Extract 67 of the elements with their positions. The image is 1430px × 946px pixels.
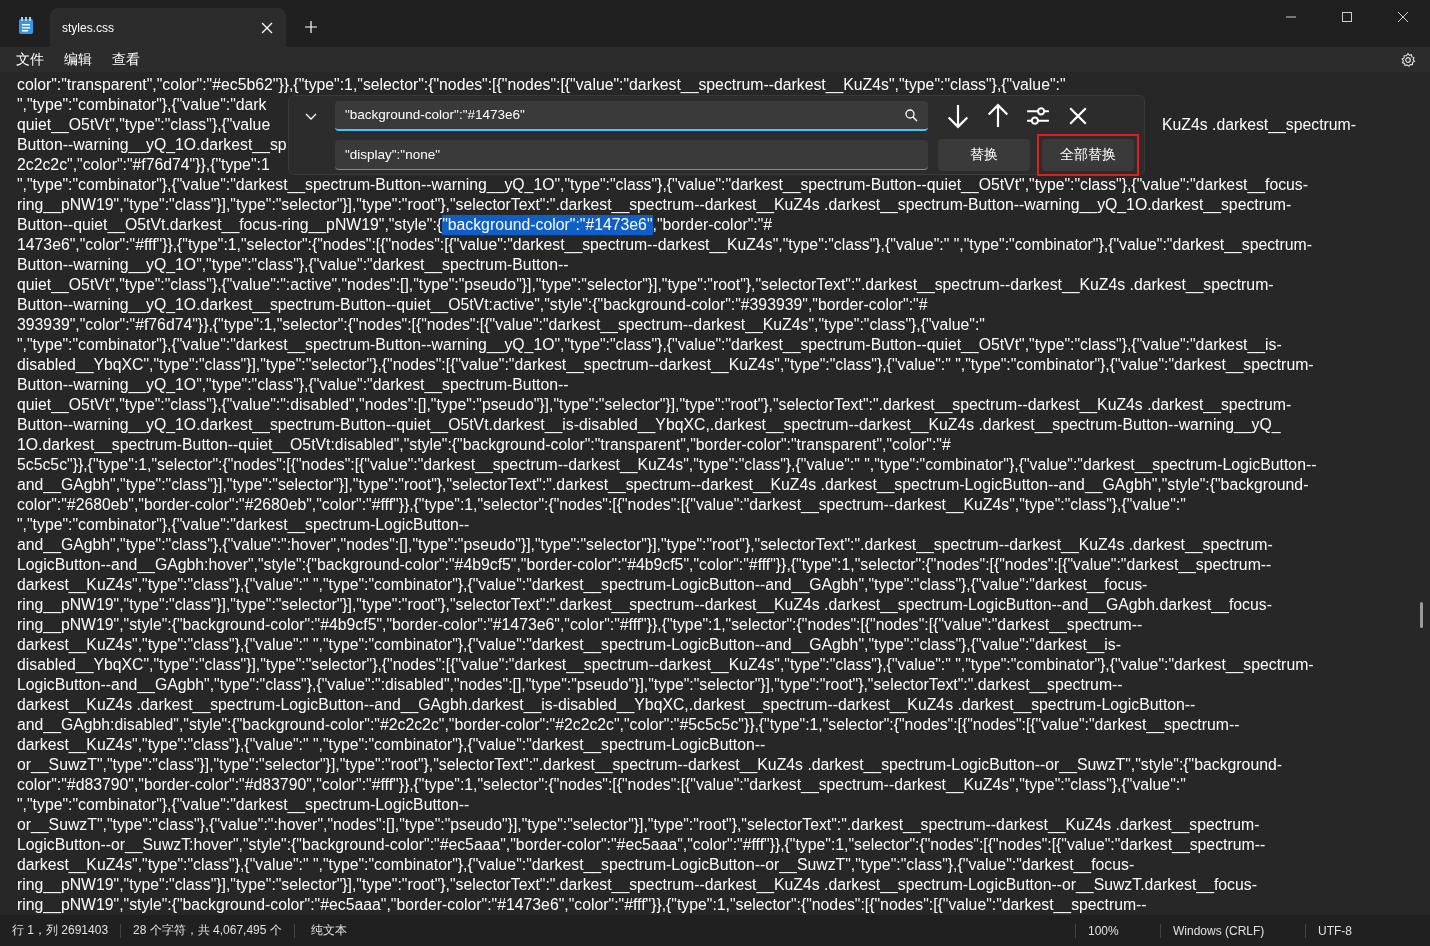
code-line: ring__pNW19","type":"class"}],"type":"selector"}],"type":"root"},"selectorText":".darkest__spectrum--darkest__KuZ4s .darkest__spectrum-LogicButton--or__SuwzT.darkest__focus- bbox=[17, 875, 1257, 895]
zoom-level: 100% bbox=[1087, 923, 1120, 938]
code-text: ,"border-color":"# bbox=[652, 215, 773, 235]
code-line: 1473e6","color":"#fff"}},{"type":1,"selector":{"nodes":[{"nodes":[{"value":"darkest__spectrum--darkest__KuZ4s","type":"class"},{"value":" ","type":"combinator"},{"value":"darkest__spectrum- bbox=[17, 235, 1312, 255]
code-line: LogicButton--and__GAgbh","type":"class"},{"value":":disabled","nodes":[],"type":"pseudo"}],"type":"selector"}],"type":"root"},"selectorText":".darkest__spectrum-- bbox=[17, 675, 1123, 695]
selection-count: 28 个字符，共 4,067,495 个 bbox=[132, 922, 283, 939]
tab-title: styles.css bbox=[62, 20, 115, 35]
code-line: quiet__O5tVt","type":"class"},{"value":":active","nodes":[],"type":"pseudo"}],"type":"selector"}],"type":"root"},"selectorText":".darkest__spectrum--darkest__KuZ4s .darkest__spectrum- bbox=[17, 275, 1274, 295]
code-line: darkest__KuZ4s","type":"class"},{"value":" ","type":"combinator"},{"value":"darkest__spectrum-LogicButton--and__GAgbh","type":"class"},{"value":"darkest__focus- bbox=[17, 575, 1148, 595]
search-match: "background-color":"#1473e6" bbox=[442, 215, 653, 235]
code-line: and__GAgbh","type":"class"},{"value":":hover","nodes":[],"type":"pseudo"}],"type":"selector"}],"type":"root"},"selectorText":".darkest__spectrum--darkest__KuZ4s .darkest__spectrum- bbox=[17, 535, 1273, 555]
code-line: ","type":"combinator"},{"value":"dark bbox=[17, 95, 267, 115]
code-line: disabled__YbqXC","type":"class"}],"type":"selector"},{"nodes":[{"value":"darkest__spectrum--darkest__KuZ4s","type":"class"},{"value":" ","type":"combinator"},{"value":"darkest__spectrum- bbox=[17, 655, 1314, 675]
cursor-position: 行 1，列 2691403 bbox=[11, 922, 110, 939]
code-line: or__SuwzT","type":"class"},{"value":":hover","nodes":[],"type":"pseudo"}],"type":"selector"}],"type":"root"},"selectorText":".darkest__spectrum--darkest__KuZ4s .darkest__spectrum- bbox=[17, 815, 1260, 835]
code-line: 2c2c2c","color":"#f76d74"}},{"type":1 bbox=[17, 155, 270, 175]
code-line: and__GAgbh:disabled","style":{"background-color":"#2c2c2c","border-color":"#2c2c2c","color":"#5c5c5c"}},{"type":1,"selector":{"nodes":[{"nodes":[{"value":"darkest__spectrum-- bbox=[17, 715, 1240, 735]
replace-button[interactable]: 替换 bbox=[938, 138, 1030, 171]
encoding: UTF-8 bbox=[1317, 923, 1353, 938]
code-line: darkest__KuZ4s","type":"class"},{"value":" ","type":"combinator"},{"value":"darkest__spectrum-LogicButton--and__GAgbh","type":"class"},{"value":"darkest__is- bbox=[17, 635, 1122, 655]
code-line: Button--warning__yQ_1O","type":"class"},{"value":"darkest__spectrum-Button-- bbox=[17, 255, 569, 275]
notepad-icon bbox=[18, 17, 34, 35]
menu-item[interactable]: 文件 bbox=[6, 48, 54, 71]
menu-item[interactable]: 编辑 bbox=[54, 48, 102, 71]
code-line: ring__pNW19","style":{"background-color":"#4b9cf5","border-color":"#1473e6","color":"#fff"}},{"type":1,"selector":{"nodes":[{"nodes":[{"value":"darkest__spectrum-- bbox=[17, 615, 1143, 635]
code-line: quiet__O5tVt","type":"class"},{"value bbox=[17, 115, 271, 135]
code-line: darkest__KuZ4s .darkest__spectrum-LogicButton--and__GAgbh.darkest__is-disabled__YbqXC,.darkest__spectrum--darkest__KuZ4s .darkest__spectrum-LogicButton-- bbox=[17, 695, 1196, 715]
code-line: LogicButton--or__SuwzT:hover","style":{"background-color":"#ec5aaa","border-color":"#ec5aaa","color":"#fff"}},{"type":1,"selector":{"nodes":[{"nodes":[{"value":"darkest__spectrum-- bbox=[17, 835, 1266, 855]
code-line: ","type":"combinator"},{"value":"darkest__spectrum-LogicButton-- bbox=[17, 515, 470, 535]
code-line: LogicButton--and__GAgbh:hover","style":{"background-color":"#4b9cf5","border-color":"#4b9cf5","color":"#fff"}},{"type":1,"selector":{"nodes":[{"nodes":[{"value":"darkest__spectrum-- bbox=[17, 555, 1272, 575]
code-line: quiet__O5tVt","type":"class"},{"value":":disabled","nodes":[],"type":"pseudo"}],"type":"selector"}],"type":"root"},"selectorText":".darkest__spectrum--darkest__KuZ4s .darkest__spectrum- bbox=[17, 395, 1292, 415]
code-line: darkest__KuZ4s","type":"class"},{"value":" ","type":"combinator"},{"value":"darkest__spectrum-LogicButton-- bbox=[17, 735, 766, 755]
code-line: 393939","color":"#f76d74"}},{"type":1,"selector":{"nodes":[{"nodes":[{"value":"darkest__spectrum--darkest__KuZ4s","type":"class"},{"value":" bbox=[17, 315, 985, 335]
search-icon[interactable] bbox=[904, 107, 918, 122]
code-line: Button--warning__yQ_1O.darkest__spectrum-Button--quiet__O5tVt.darkest__is-disabled__YbqXC,.darkest__spectrum--darkest__KuZ4s .darkest__spectrum-Button--warning__yQ_ bbox=[17, 415, 1281, 435]
find-field[interactable]: "background-color":"#1473e6" bbox=[335, 100, 928, 131]
code-line: KuZ4s .darkest__spectrum- bbox=[1162, 115, 1357, 135]
code-line: color":"#2680eb","border-color":"#2680eb","color":"#fff"}},{"type":1,"selector":{"nodes":[{"nodes":[{"value":"darkest__spectrum--darkest__KuZ4s","type":"class"},{"value":" bbox=[17, 495, 1186, 515]
close-icon[interactable] bbox=[1396, 10, 1410, 24]
code-line: disabled__YbqXC","type":"class"}],"type":"selector"},{"nodes":[{"value":"darkest__spectrum--darkest__KuZ4s","type":"class"},{"value":" ","type":"combinator"},{"value":"darkest__spectrum- bbox=[17, 355, 1314, 375]
code-line: ","type":"combinator"},{"value":"darkest__spectrum-Button--warning__yQ_1O","type":"class"},{"value":"darkest__spectrum-Button--quiet__O5tVt","type":"class"},{"value":"darkest__is- bbox=[17, 335, 1282, 355]
code-line: Button--warning__yQ_1O.darkest__spectrum-Button--quiet__O5tVt:active","style":{"background-color":"#393939","border-color":"# bbox=[17, 295, 928, 315]
settings-icon[interactable] bbox=[1400, 51, 1416, 68]
file-tab[interactable]: styles.css bbox=[50, 8, 286, 47]
code-line: 1O.darkest__spectrum-Button--quiet__O5tVt:disabled","style":{"background-color":"transparent","border-color":"transparent","color":"# bbox=[17, 435, 951, 455]
line-ending: Windows (CRLF) bbox=[1172, 923, 1266, 938]
code-line: Button--warning__yQ_1O.darkest__sp bbox=[17, 135, 287, 155]
menu-item[interactable]: 查看 bbox=[102, 48, 150, 71]
code-line: ring__pNW19","type":"class"}],"type":"selector"}],"type":"root"},"selectorText":".darkest__spectrum--darkest__KuZ4s .darkest__spectrum-LogicButton--and__GAgbh.darkest__focus- bbox=[17, 595, 1272, 615]
code-line: Button--warning__yQ_1O","type":"class"},{"value":"darkest__spectrum-Button-- bbox=[17, 375, 569, 395]
file-format: 纯文本 bbox=[309, 922, 348, 939]
replace-all-button[interactable]: 全部替换 bbox=[1042, 138, 1134, 171]
code-line: ","type":"combinator"},{"value":"darkest__spectrum-Button--warning__yQ_1O","type":"class"},{"value":"darkest__spectrum-Button--quiet__O5tVt","type":"class"},{"value":"darkest__focus- bbox=[17, 175, 1308, 195]
new-tab-icon[interactable] bbox=[304, 20, 318, 34]
code-line: ring__pNW19","type":"class"}],"type":"selector"}],"type":"root"},"selectorText":".darkest__spectrum--darkest__KuZ4s .darkest__spectrum-Button--warning__yQ_1O.darkest__spectrum- bbox=[17, 195, 1292, 215]
code-line: 5c5c5c"}},{"type":1,"selector":{"nodes":[{"nodes":[{"value":"darkest__spectrum--darkest__KuZ4s","type":"class"},{"value":" ","type":"combinator"},{"value":"darkest__spectrum-LogicButton-- bbox=[17, 455, 1317, 475]
scrollbar-thumb[interactable] bbox=[1420, 602, 1423, 628]
code-line: or__SuwzT","type":"class"}],"type":"selector"}],"type":"root"},"selectorText":".darkest__spectrum--darkest__KuZ4s .darkest__spectrum-LogicButton--or__SuwzT","style":{"background- bbox=[17, 755, 1282, 775]
code-text: Button--quiet__O5tVt.darkest__focus-ring__pNW19","style":{ bbox=[17, 215, 443, 235]
code-line: and__GAgbh","type":"class"}],"type":"selector"}],"type":"root"},"selectorText":".darkest__spectrum--darkest__KuZ4s .darkest__spectrum-LogicButton--and__GAgbh","style":{"background- bbox=[17, 475, 1309, 495]
code-line: darkest__KuZ4s","type":"class"},{"value":" ","type":"combinator"},{"value":"darkest__spectrum-LogicButton--or__SuwzT","type":"class"},{"value":"darkest__focus- bbox=[17, 855, 1135, 875]
code-line: color":"#d83790","border-color":"#d83790","color":"#fff"}},{"type":1,"selector":{"nodes":[{"nodes":[{"value":"darkest__spectrum--darkest__KuZ4s","type":"class"},{"value":" bbox=[17, 775, 1186, 795]
code-line: ring__pNW19","style":{"background-color":"#ec5aaa","border-color":"#1473e6","color":"#fff"}},{"type":1,"selector":{"nodes":[{"nodes":[{"value":"darkest__spectrum-- bbox=[17, 895, 1147, 915]
maximize-icon[interactable] bbox=[1340, 10, 1354, 24]
code-line: ","type":"combinator"},{"value":"darkest__spectrum-LogicButton-- bbox=[17, 795, 470, 815]
code-line: color":"transparent","color":"#ec5b62"}},{"type":1,"selector":{"nodes":[{"nodes":[{"value":"darkest__spectrum--darkest__KuZ4s","type":"class"},{"value":" bbox=[17, 75, 1066, 95]
replace-field[interactable]: "display":"none" bbox=[335, 139, 928, 170]
